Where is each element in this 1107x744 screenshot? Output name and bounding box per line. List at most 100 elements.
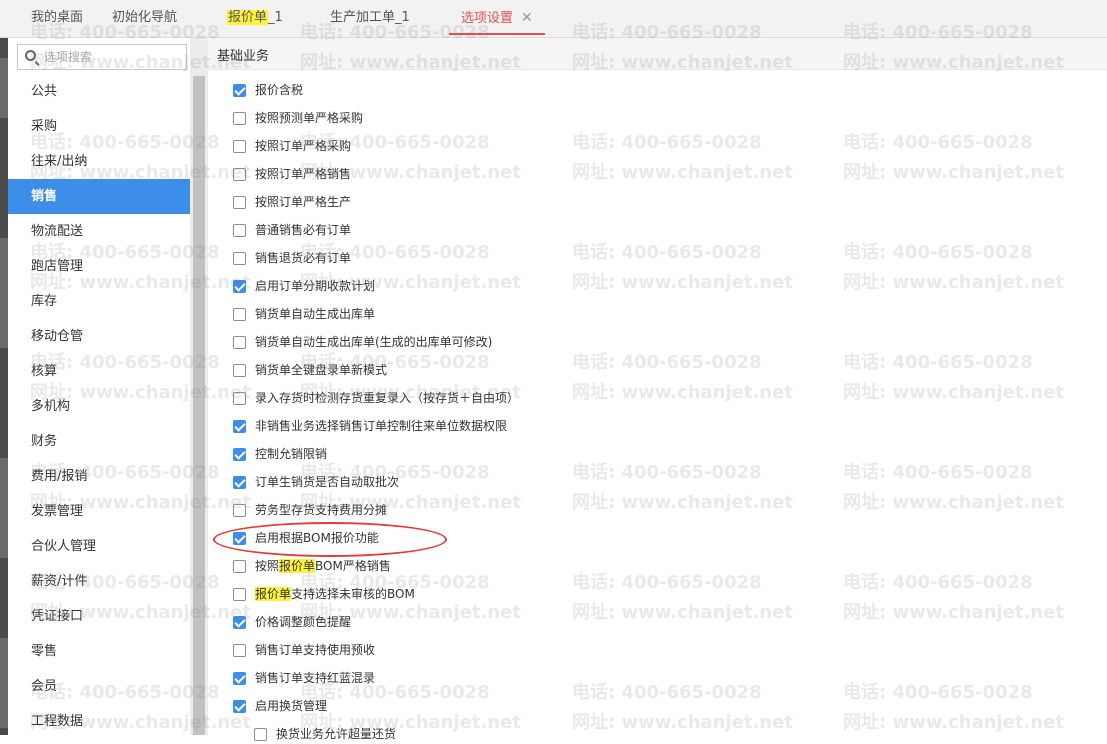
tab-my-desktop[interactable]: 我的桌面 — [31, 0, 83, 37]
sidebar-item-label: 发票管理 — [31, 504, 84, 519]
sidebar-item[interactable]: 销售 — [8, 179, 190, 214]
option-label: 启用订单分期收款计划 — [255, 279, 376, 293]
sidebar-item-label: 核算 — [31, 364, 58, 379]
tab-label: 报价单 — [227, 10, 269, 25]
sidebar-item-label: 移动仓管 — [31, 329, 84, 344]
sidebar-item[interactable]: 薪资/计件 — [8, 564, 190, 599]
option-checkbox[interactable] — [233, 532, 246, 545]
option-label: 非销售业务选择销售订单控制往来单位数据权限 — [255, 419, 508, 433]
sidebar-item[interactable]: 移动仓管 — [8, 319, 190, 354]
close-icon[interactable]: ✕ — [521, 10, 533, 26]
sidebar-item-label: 物流配送 — [31, 224, 84, 239]
option-checkbox[interactable] — [233, 112, 246, 125]
option-checkbox[interactable] — [233, 504, 246, 517]
section-header: 基础业务 — [208, 38, 1107, 70]
tab-label: 初始化导航 — [112, 10, 178, 25]
sidebar-item-label: 凭证接口 — [31, 609, 84, 624]
option-checkbox[interactable] — [233, 140, 246, 153]
sidebar-item[interactable]: 凭证接口 — [8, 599, 190, 634]
sidebar-item[interactable]: 往来/出纳 — [8, 144, 190, 179]
option-label: 按照订单严格销售 — [255, 167, 352, 181]
tab-label: 我的桌面 — [31, 10, 84, 25]
sidebar-item[interactable]: 核算 — [8, 354, 190, 389]
option-label: 普通销售必有订单 — [255, 223, 352, 237]
option-label: 按照订单严格采购 — [255, 139, 352, 153]
active-tab-indicator — [449, 33, 545, 35]
sidebar-item-label: 往来/出纳 — [31, 154, 88, 169]
edge-mark — [0, 58, 8, 118]
sidebar-scrollbar-thumb[interactable] — [193, 76, 205, 735]
sidebar-item-label: 合伙人管理 — [31, 539, 97, 554]
option-label-highlight: 报价单 — [279, 559, 316, 573]
edge-mark — [0, 638, 8, 728]
option-checkbox[interactable] — [233, 476, 246, 489]
tab-bar: 我的桌面 初始化导航 报价单_1 生产加工单_1 选项设置 ✕ — [0, 0, 1107, 38]
option-checkbox[interactable] — [233, 644, 246, 657]
sidebar-item[interactable]: 多机构 — [8, 389, 190, 424]
option-checkbox[interactable] — [233, 392, 246, 405]
option-checkbox[interactable] — [233, 252, 246, 265]
tab-quotation[interactable]: 报价单_1 — [227, 0, 283, 37]
sidebar-item-label: 零售 — [31, 644, 58, 659]
sidebar-item[interactable]: 零售 — [8, 634, 190, 669]
option-search-box[interactable] — [17, 44, 187, 70]
sidebar-item-label: 财务 — [31, 434, 58, 449]
option-checkbox[interactable] — [233, 196, 246, 209]
section-title: 基础业务 — [217, 49, 270, 64]
sidebar-item[interactable]: 会员 — [8, 669, 190, 704]
sidebar-item[interactable]: 财务 — [8, 424, 190, 459]
option-label: 销售订单支持使用预收 — [255, 643, 376, 657]
option-label: 销货单自动生成出库单 — [255, 307, 376, 321]
option-label: 销售退货必有订单 — [255, 251, 352, 265]
sidebar-item[interactable]: 合伙人管理 — [8, 529, 190, 564]
tab-init-nav[interactable]: 初始化导航 — [112, 0, 177, 37]
option-checkbox[interactable] — [233, 280, 246, 293]
sidebar-item[interactable]: 发票管理 — [8, 494, 190, 529]
option-checkbox[interactable] — [233, 336, 246, 349]
edge-mark — [0, 458, 8, 558]
option-checkbox[interactable] — [233, 672, 246, 685]
option-checkbox[interactable] — [233, 560, 246, 573]
option-label: 报价单支持选择未审核的BOM — [255, 584, 415, 604]
tab-production-order[interactable]: 生产加工单_1 — [330, 0, 410, 37]
sidebar-item[interactable]: 跑店管理 — [8, 249, 190, 284]
option-search-input[interactable] — [44, 47, 182, 67]
option-label-part: 按照 — [255, 559, 280, 573]
option-label-part: BOM严格销售 — [315, 559, 391, 573]
option-checkbox[interactable] — [233, 224, 246, 237]
sidebar-item[interactable]: 物流配送 — [8, 214, 190, 249]
sidebar-item-label: 跑店管理 — [31, 259, 84, 274]
option-label: 报价含税 — [255, 83, 304, 97]
tab-option-settings[interactable]: 选项设置 ✕ — [449, 0, 545, 37]
option-label: 启用换货管理 — [255, 699, 328, 713]
sidebar-item[interactable]: 工程数据 — [8, 704, 190, 739]
option-label: 按照预测单严格采购 — [255, 111, 364, 125]
option-checkbox[interactable] — [233, 84, 246, 97]
option-checkbox[interactable] — [233, 588, 246, 601]
sidebar-item-label: 费用/报销 — [31, 469, 88, 484]
option-checkbox[interactable] — [233, 448, 246, 461]
option-label: 销售订单支持红蓝混录 — [255, 671, 376, 685]
option-checkbox[interactable] — [233, 364, 246, 377]
sidebar-item-label: 销售 — [31, 189, 58, 204]
sidebar-item-label: 采购 — [31, 119, 58, 134]
option-label: 按照报价单BOM严格销售 — [255, 556, 391, 576]
option-label: 启用根据BOM报价功能 — [255, 531, 379, 545]
option-checkbox[interactable] — [233, 700, 246, 713]
tab-label: 生产加工单_1 — [330, 10, 410, 25]
option-checkbox[interactable] — [233, 420, 246, 433]
sidebar-item[interactable]: 公共 — [8, 74, 190, 109]
left-edge-strip — [0, 38, 8, 735]
option-checkbox[interactable] — [233, 616, 246, 629]
option-label-part: 支持选择未审核的BOM — [291, 587, 415, 601]
sidebar-item[interactable]: 费用/报销 — [8, 459, 190, 494]
sidebar-item[interactable]: 库存 — [8, 284, 190, 319]
sidebar-item-label: 工程数据 — [31, 714, 84, 729]
option-label: 控制允销限销 — [255, 447, 328, 461]
option-label: 换货业务允许超量还货 — [276, 727, 397, 741]
option-label: 录入存货时检测存货重复录入（按存货＋自由项） — [255, 391, 520, 405]
sidebar-item[interactable]: 采购 — [8, 109, 190, 144]
sidebar-item-label: 公共 — [31, 84, 58, 99]
option-checkbox[interactable] — [233, 308, 246, 321]
option-checkbox[interactable] — [233, 168, 246, 181]
